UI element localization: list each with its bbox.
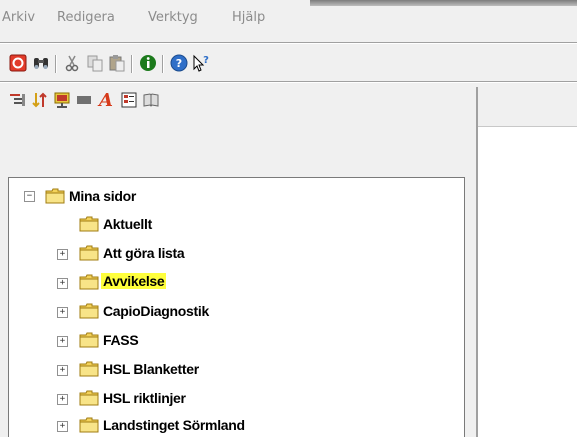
- expand-icon[interactable]: +: [57, 307, 68, 318]
- folder-icon: [79, 216, 99, 232]
- whats-this-button[interactable]: ?: [191, 53, 211, 73]
- svg-text:?: ?: [203, 55, 209, 66]
- menu-divider: [0, 42, 577, 44]
- menu-bar: Arkiv Redigera Verktyg Hjälp: [0, 0, 577, 38]
- info-button[interactable]: [138, 53, 158, 73]
- expand-icon[interactable]: +: [57, 365, 68, 376]
- tree-node[interactable]: Aktuellt: [9, 214, 464, 236]
- paste-icon: [109, 55, 125, 72]
- folder-icon: [79, 274, 99, 290]
- sort-button[interactable]: [30, 90, 50, 110]
- tree-node-label: HSL Blanketter: [103, 361, 199, 377]
- help-icon: ?: [170, 54, 188, 72]
- menu-list-icon: [10, 94, 25, 106]
- cut-icon: [65, 55, 79, 72]
- menu-arkiv[interactable]: Arkiv: [2, 10, 35, 25]
- tree-node[interactable]: + Att göra lista: [9, 243, 464, 265]
- folder-icon: [79, 390, 99, 406]
- toolbar-separator: [162, 55, 164, 73]
- expand-icon[interactable]: +: [57, 394, 68, 405]
- checklist-icon: [121, 92, 137, 108]
- font-icon: A: [97, 90, 113, 110]
- folder-icon: [79, 303, 99, 319]
- tree-node-root[interactable]: − Mina sidor: [9, 186, 464, 208]
- help-button[interactable]: ?: [169, 53, 189, 73]
- collapse-icon[interactable]: −: [24, 191, 35, 202]
- folder-icon: [79, 332, 99, 348]
- find-button[interactable]: [31, 53, 51, 73]
- tree-node-label: HSL riktlinjer: [103, 390, 186, 406]
- folder-icon: [79, 245, 99, 261]
- tree-node-highlighted[interactable]: + Avvikelse: [9, 272, 464, 294]
- expand-icon[interactable]: +: [57, 336, 68, 347]
- tree-node[interactable]: + Landstinget Sörmland: [9, 415, 464, 437]
- menu-redigera[interactable]: Redigera: [57, 10, 115, 25]
- presentation-icon: [54, 92, 70, 108]
- expand-icon[interactable]: +: [57, 421, 68, 432]
- presentation-button[interactable]: [52, 90, 72, 110]
- menu-list-button[interactable]: [8, 90, 28, 110]
- tree-node[interactable]: + HSL Blanketter: [9, 359, 464, 381]
- title-bar-strip: [310, 0, 577, 6]
- book-button[interactable]: [141, 90, 161, 110]
- block-icon: [77, 96, 91, 104]
- tree-node-label: FASS: [103, 332, 139, 348]
- tree-node-label: Att göra lista: [103, 245, 185, 261]
- paste-button[interactable]: [107, 53, 127, 73]
- tree-node[interactable]: + HSL riktlinjer: [9, 388, 464, 410]
- pane-splitter[interactable]: [470, 87, 477, 437]
- tree-node-label: Avvikelse: [101, 273, 167, 289]
- font-button[interactable]: A: [96, 90, 116, 110]
- tree-node-label: Aktuellt: [103, 216, 152, 232]
- svg-text:A: A: [97, 90, 113, 110]
- folder-icon: [79, 417, 99, 433]
- content-pane-header: [478, 87, 577, 127]
- tree-node[interactable]: + CapioDiagnostik: [9, 301, 464, 323]
- folder-icon: [45, 188, 65, 204]
- cut-button[interactable]: [62, 53, 82, 73]
- menu-verktyg[interactable]: Verktyg: [148, 10, 198, 25]
- tree-node[interactable]: + FASS: [9, 330, 464, 352]
- toolbar-separator: [55, 55, 57, 73]
- folder-icon: [79, 361, 99, 377]
- tree-node-label: CapioDiagnostik: [103, 303, 209, 319]
- content-pane: [477, 87, 577, 437]
- svg-text:?: ?: [176, 57, 182, 70]
- sort-icon: [32, 92, 47, 108]
- toolbar-separator: [131, 55, 133, 73]
- expand-icon[interactable]: +: [57, 278, 68, 289]
- navigation-tree: − Mina sidor Aktuellt + Att göra lista +…: [8, 177, 465, 437]
- menu-hjalp[interactable]: Hjälp: [232, 10, 265, 25]
- toolbar-divider: [0, 81, 577, 83]
- info-icon: [140, 55, 156, 71]
- expand-icon[interactable]: +: [57, 249, 68, 260]
- book-icon: [143, 93, 159, 107]
- tree-node-label: Landstinget Sörmland: [103, 417, 245, 433]
- find-icon: [34, 58, 48, 69]
- stop-button[interactable]: [8, 53, 28, 73]
- copy-button[interactable]: [85, 53, 105, 73]
- block-button[interactable]: [74, 90, 94, 110]
- whats-this-icon: ?: [193, 54, 209, 72]
- checklist-button[interactable]: [119, 90, 139, 110]
- stop-icon: [9, 54, 27, 72]
- copy-icon: [87, 55, 103, 72]
- tree-node-label: Mina sidor: [69, 188, 137, 204]
